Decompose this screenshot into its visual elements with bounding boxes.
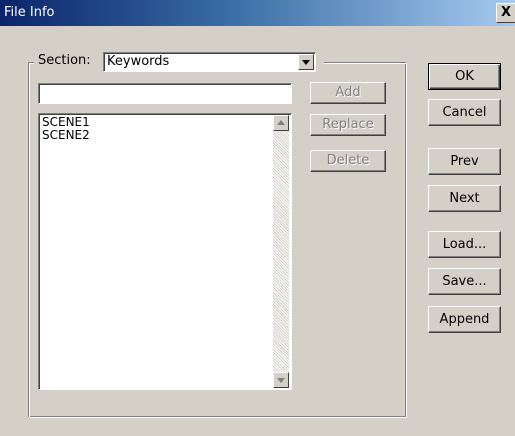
chevron-down-icon [302, 60, 310, 65]
save-button[interactable]: Save... [428, 268, 501, 295]
append-button[interactable]: Append [428, 306, 501, 333]
scroll-down-button[interactable] [273, 372, 289, 388]
scroll-up-button[interactable] [273, 115, 289, 131]
arrow-down-icon [277, 378, 285, 383]
delete-button[interactable]: Delete [310, 150, 386, 172]
keyword-list[interactable]: SCENE1 SCENE2 [38, 113, 292, 390]
keyword-input[interactable] [38, 83, 292, 104]
prev-button[interactable]: Prev [428, 148, 501, 175]
add-button[interactable]: Add [310, 82, 386, 104]
title-bar[interactable]: File Info X [0, 0, 515, 26]
ok-button[interactable]: OK [428, 63, 501, 90]
file-info-dialog: File Info X Section: Keywords SCENE1 SCE… [0, 0, 515, 436]
dropdown-arrow-button[interactable] [298, 54, 314, 70]
arrow-up-icon [277, 120, 285, 125]
close-button[interactable]: X [496, 3, 515, 23]
cancel-button[interactable]: Cancel [428, 99, 501, 126]
vertical-scrollbar[interactable] [273, 115, 289, 388]
section-dropdown[interactable]: Keywords [103, 52, 316, 72]
window-title: File Info [4, 5, 55, 20]
replace-button[interactable]: Replace [310, 114, 386, 136]
section-selected-value: Keywords [107, 54, 170, 69]
load-button[interactable]: Load... [428, 231, 501, 258]
section-label: Section: [38, 53, 91, 68]
list-item[interactable]: SCENE2 [42, 129, 90, 142]
next-button[interactable]: Next [428, 185, 501, 212]
